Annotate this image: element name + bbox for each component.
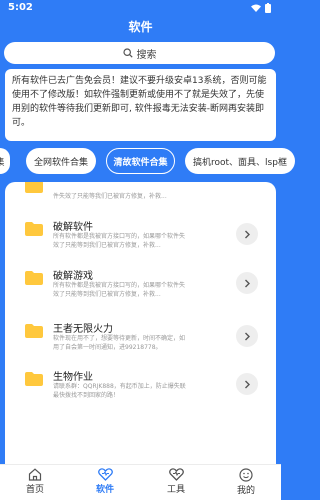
status-bar: 5:02 [0, 0, 281, 15]
nav-label: 软件 [95, 485, 114, 495]
list-item[interactable]: 破解软件 所有软件都是我被官方接口写的，如果哪个软件失效了只能等到我们已被官方修… [5, 218, 276, 264]
heart-icon [168, 468, 184, 481]
chevron-right-icon [244, 230, 250, 238]
open-button[interactable] [236, 223, 258, 245]
nav-label: 工具 [166, 485, 185, 495]
nav-label: 我的 [236, 486, 255, 496]
nav-software[interactable]: 软件 [75, 468, 135, 495]
folder-icon [25, 182, 43, 193]
folder-icon [25, 324, 43, 338]
tab-partial-left[interactable]: 集 [0, 148, 10, 174]
category-tabs: 集 全网软件合集 清故软件合集 搞机root、面具、lsp框 [0, 148, 295, 175]
nav-label: 首页 [25, 485, 44, 495]
battery-icon [265, 3, 271, 13]
wifi-icon [251, 4, 261, 12]
folder-icon [25, 372, 43, 386]
notice-text: 所有软件已去广告免会员！建议不要升级安卓13系统，否则可能使用不了修改版！如软件… [12, 76, 267, 128]
tab-all-software[interactable]: 全网软件合集 [26, 148, 96, 174]
heart-icon [97, 468, 113, 481]
item-description: 请联系群：QQRJK888，有起币加上，防止爆失联最快拨找不到回家的路！ [53, 383, 186, 399]
open-button[interactable] [236, 373, 258, 395]
nav-home[interactable]: 首页 [5, 468, 65, 495]
folder-icon [25, 271, 43, 285]
tab-label: 搞机root、面具、lsp框 [193, 157, 287, 168]
tab-label: 清故软件合集 [113, 157, 168, 168]
chevron-right-icon [244, 279, 250, 287]
tab-label: 全网软件合集 [33, 157, 88, 168]
nav-tools[interactable]: 工具 [146, 468, 206, 495]
search-bar[interactable]: 搜索 [4, 42, 275, 64]
search-icon [122, 48, 133, 58]
tab-root-tools[interactable]: 搞机root、面具、lsp框 [185, 148, 295, 174]
folder-icon [25, 222, 43, 236]
open-button[interactable] [236, 272, 258, 294]
software-list: 件失效了只能等我们已被官方修复，补救... 破解软件 所有软件都是我被官方接口写… [5, 182, 276, 464]
search-label: 搜索 [136, 49, 157, 61]
open-button[interactable] [236, 325, 258, 347]
item-description: 所有软件都是我被官方接口写的，如果哪个软件失效了只能等到我们已被官方修复，补救.… [53, 233, 186, 249]
list-item[interactable]: 王者无限火力 软件现在用不了，想要等待更新，时间不确定，如用了自会第一时间通知，… [5, 320, 276, 366]
status-time: 5:02 [8, 2, 33, 13]
item-title: 王者无限火力 [53, 324, 113, 335]
item-title: 破解游戏 [53, 271, 93, 282]
list-item[interactable]: 破解游戏 所有软件都是我被官方接口写的，如果哪个软件失效了只能等到我们已被官方修… [5, 267, 276, 313]
list-item[interactable]: 生物作业 请联系群：QQRJK888，有起币加上，防止爆失联最快拨找不到回家的路… [5, 368, 276, 414]
bottom-nav: 首页 软件 工具 我的 [0, 464, 281, 500]
tab-label: 集 [0, 155, 5, 168]
notice-card: 所有软件已去广告免会员！建议不要升级安卓13系统，否则可能使用不了修改版！如软件… [5, 69, 276, 141]
item-description: 件失效了只能等我们已被官方修复，补救... [53, 193, 167, 200]
item-description: 所有软件都是我被官方接口写的，如果哪个软件失效了只能等到我们已被官方修复，补救.… [53, 282, 186, 298]
item-title: 破解软件 [53, 222, 93, 233]
chevron-right-icon [244, 332, 250, 340]
item-title: 生物作业 [53, 372, 93, 383]
page-title: 软件 [128, 20, 153, 34]
tab-clean-software[interactable]: 清故软件合集 [106, 148, 175, 174]
list-item-partial[interactable]: 件失效了只能等我们已被官方修复，补救... [5, 182, 276, 215]
chevron-right-icon [244, 380, 250, 388]
smiley-icon [239, 468, 253, 482]
home-icon [28, 468, 42, 481]
item-description: 软件现在用不了，想要等待更新，时间不确定，如用了自会第一时间通知，进992187… [53, 335, 186, 351]
status-icons [251, 3, 271, 13]
nav-profile[interactable]: 我的 [216, 468, 276, 496]
